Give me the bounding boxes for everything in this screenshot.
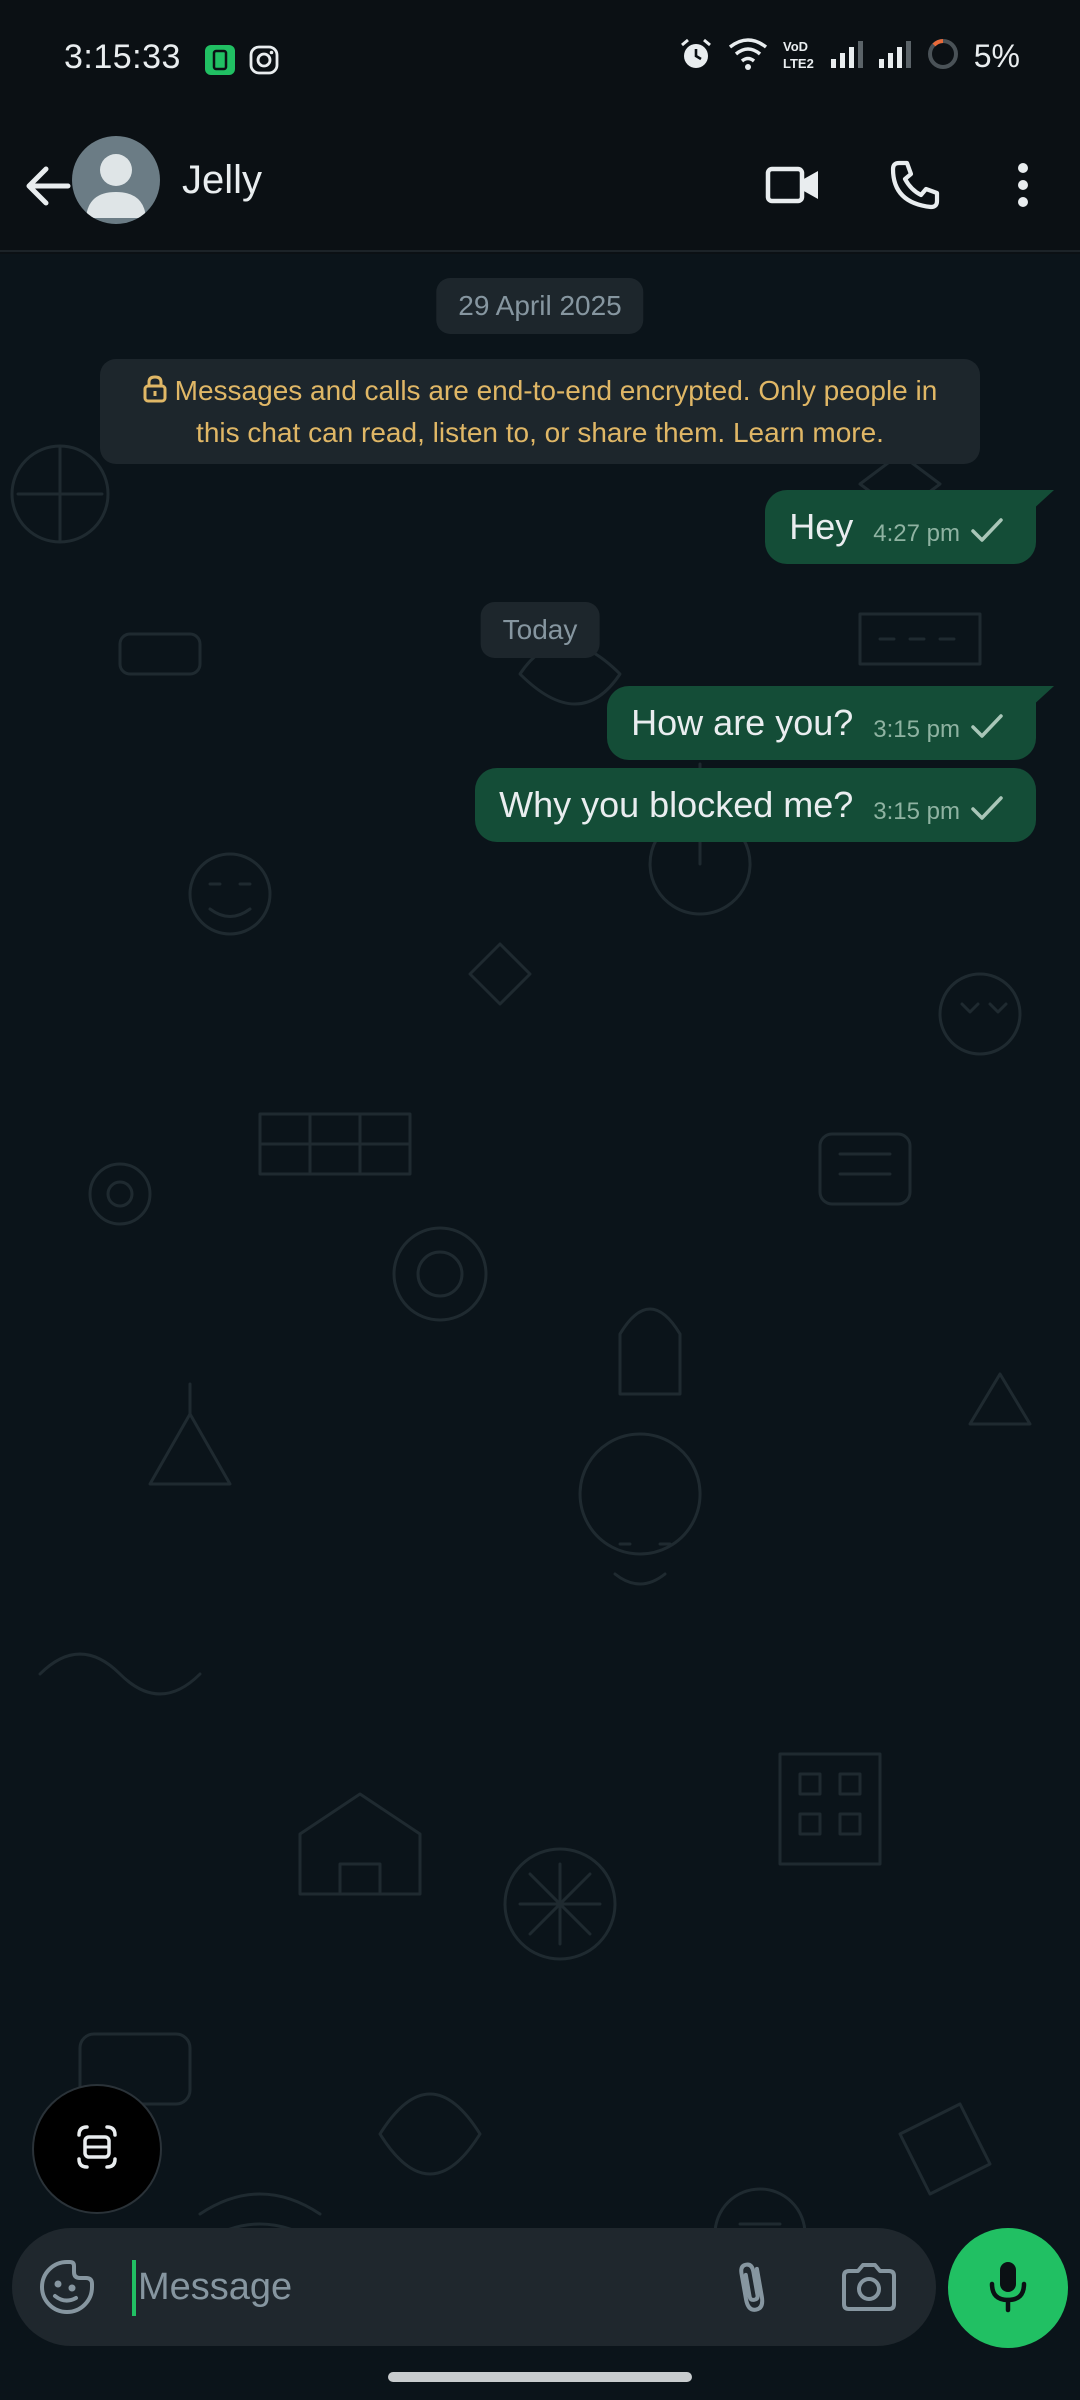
bubble-tail: [1030, 490, 1054, 512]
voice-call-icon[interactable]: [880, 150, 950, 220]
message-bubble[interactable]: Hey 4:27 pm: [765, 490, 1054, 564]
floating-action-button[interactable]: [32, 2084, 162, 2214]
message-time: 3:15 pm: [873, 798, 960, 825]
date-chip: Today: [480, 602, 600, 658]
message-text: Hey: [789, 506, 854, 547]
attach-icon[interactable]: [722, 2256, 784, 2318]
message-bubble[interactable]: How are you? 3:15 pm: [607, 686, 1054, 760]
camera-icon[interactable]: [838, 2256, 900, 2318]
message-input[interactable]: [138, 2248, 698, 2326]
status-right-group: VoD LTE2 5%: [678, 36, 1020, 77]
doodle-wallpaper: [10, 362, 1032, 2281]
message-input-bar: [12, 2228, 936, 2346]
lock-icon: [143, 374, 167, 413]
screen: 3:15:33 VoD LTE2 5% Jelly 29 April 2025 …: [0, 0, 1080, 2400]
contact-name[interactable]: Jelly: [182, 158, 262, 203]
single-check-icon: [970, 517, 1004, 548]
svg-text:VoD: VoD: [783, 39, 808, 54]
home-indicator[interactable]: [388, 2372, 692, 2382]
video-call-icon[interactable]: [758, 150, 828, 220]
more-vert-icon[interactable]: [988, 150, 1058, 220]
back-arrow-icon[interactable]: [18, 156, 78, 216]
message-text: How are you?: [631, 702, 854, 743]
mic-button[interactable]: [948, 2228, 1068, 2348]
alarm-icon: [678, 36, 714, 77]
ai-assistant-icon: [71, 2121, 123, 2178]
message-time: 4:27 pm: [873, 520, 960, 547]
encryption-notice[interactable]: Messages and calls are end-to-end encryp…: [100, 359, 980, 464]
signal-icon: [878, 39, 912, 74]
message-text: Why you blocked me?: [499, 784, 854, 825]
status-time: 3:15:33: [64, 38, 181, 76]
status-bar: 3:15:33 VoD LTE2 5%: [0, 0, 1080, 120]
mic-icon: [984, 2258, 1032, 2319]
chat-header: Jelly: [0, 120, 1080, 252]
date-chip: 29 April 2025: [436, 278, 644, 334]
bubble-tail: [1030, 686, 1054, 708]
instagram-icon: [248, 44, 280, 81]
text-cursor: [132, 2260, 136, 2316]
sticker-icon[interactable]: [38, 2258, 96, 2316]
app-notification-icon: [204, 44, 236, 81]
single-check-icon: [970, 713, 1004, 744]
message-time: 3:15 pm: [873, 716, 960, 743]
svg-text:LTE2: LTE2: [783, 56, 814, 71]
wifi-icon: [728, 37, 768, 76]
volte-icon: VoD LTE2: [782, 37, 816, 76]
message-bubble[interactable]: Why you blocked me? 3:15 pm: [475, 768, 1036, 842]
chat-area[interactable]: 29 April 2025 Messages and calls are end…: [0, 254, 1080, 2400]
signal-icon: [830, 39, 864, 74]
single-check-icon: [970, 795, 1004, 826]
encryption-notice-text: Messages and calls are end-to-end encryp…: [174, 375, 938, 448]
battery-percent: 5%: [973, 38, 1020, 74]
battery-icon: [926, 37, 960, 76]
avatar[interactable]: [72, 136, 160, 224]
